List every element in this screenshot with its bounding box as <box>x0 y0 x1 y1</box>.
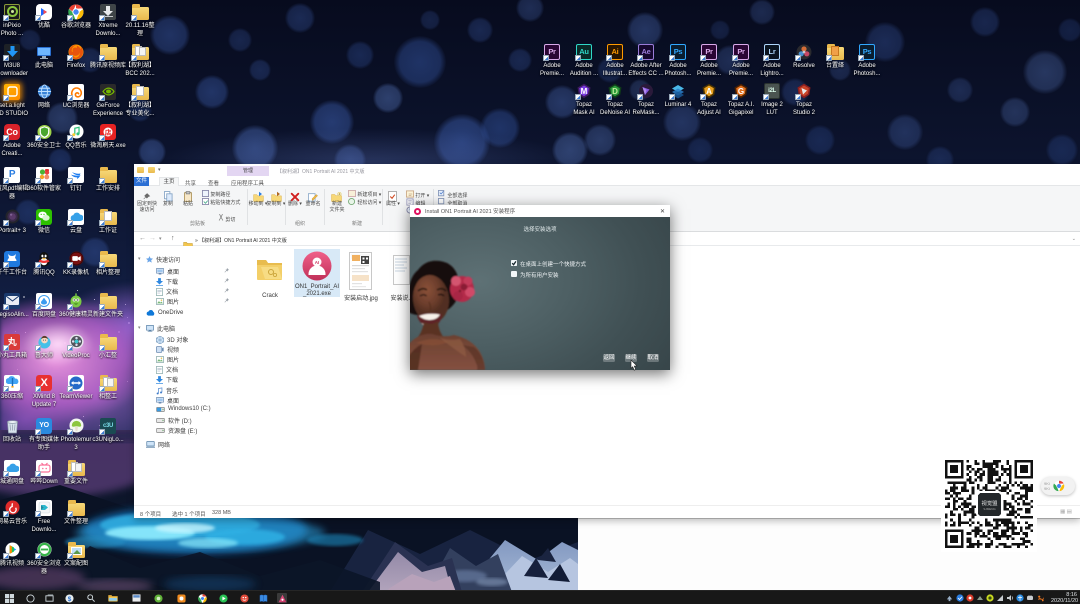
svg-text:D: D <box>612 87 618 96</box>
svg-text:$: $ <box>67 595 71 602</box>
svg-text:视觉盟: 视觉盟 <box>982 499 999 507</box>
svg-text:A: A <box>706 87 712 96</box>
svg-text:AI: AI <box>315 260 320 265</box>
svg-text:M: M <box>581 87 588 96</box>
svg-text:G: G <box>738 87 744 96</box>
svg-text:店: 店 <box>105 127 112 136</box>
svg-text:SJMENG: SJMENG <box>983 507 996 511</box>
